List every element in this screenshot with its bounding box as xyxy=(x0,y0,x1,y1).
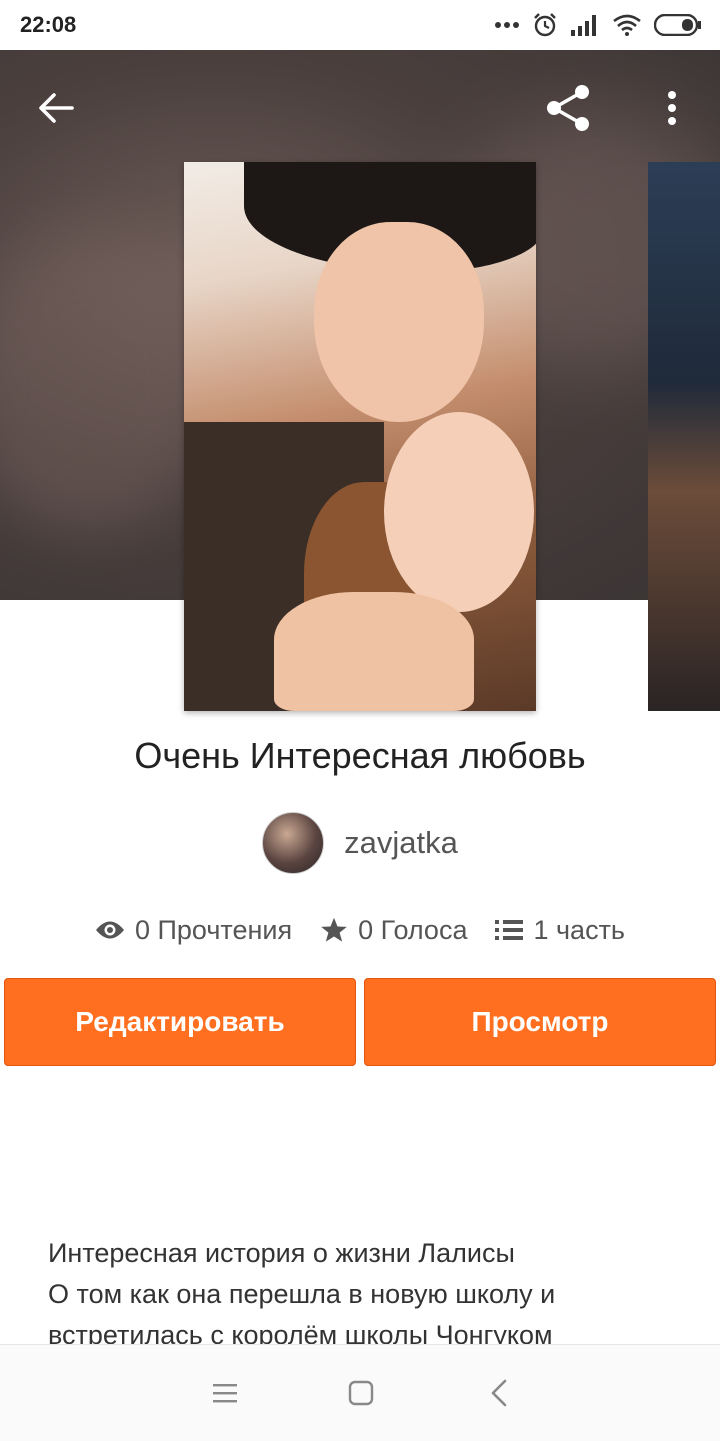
share-button[interactable] xyxy=(540,80,596,136)
nav-home-button[interactable] xyxy=(333,1365,389,1421)
more-dots-icon xyxy=(495,22,519,28)
story-title: Очень Интересная любовь xyxy=(134,735,586,776)
nav-menu-button[interactable] xyxy=(197,1365,253,1421)
alarm-icon xyxy=(534,13,556,37)
arrow-left-icon xyxy=(39,93,74,123)
reads-count: 0 Прочтения xyxy=(134,914,293,945)
book-cover-image[interactable] xyxy=(184,162,536,711)
signal-icon xyxy=(571,15,596,36)
story-description: Интересная история о жизни Лалисы О том … xyxy=(48,1238,556,1350)
avatar[interactable] xyxy=(262,812,325,874)
status-icons xyxy=(494,10,702,40)
next-book-cover-image[interactable] xyxy=(648,162,720,711)
author-row[interactable]: zavjatka xyxy=(0,812,720,874)
status-time: 22:08 xyxy=(20,12,77,37)
back-button[interactable] xyxy=(28,80,84,136)
star-icon xyxy=(321,917,347,942)
parts-stat: 1 часть xyxy=(495,915,625,946)
share-icon xyxy=(547,85,589,131)
votes-count: 0 Голоса xyxy=(358,914,468,945)
nav-back-button[interactable] xyxy=(471,1365,527,1421)
author-name[interactable]: zavjatka xyxy=(344,825,458,861)
eye-icon xyxy=(95,921,124,939)
back-chevron-icon xyxy=(491,1379,507,1407)
more-options-button[interactable] xyxy=(644,80,700,136)
system-nav-bar xyxy=(0,1344,720,1441)
parts-count: 1 часть xyxy=(533,914,626,945)
list-icon xyxy=(495,920,524,940)
wifi-icon xyxy=(613,14,641,36)
status-bar: 22:08 xyxy=(0,0,720,50)
battery-icon xyxy=(654,14,701,36)
story-stats: 0 Прочтения 0 Голоса 1 часть xyxy=(0,906,720,954)
reads-stat: 0 Прочтения xyxy=(95,915,292,946)
more-vertical-icon xyxy=(668,91,676,125)
home-square-icon xyxy=(348,1380,374,1406)
menu-icon xyxy=(213,1384,237,1403)
edit-button[interactable]: Редактировать xyxy=(4,978,356,1066)
view-button[interactable]: Просмотр xyxy=(364,978,716,1066)
votes-stat: 0 Голоса xyxy=(320,915,467,946)
